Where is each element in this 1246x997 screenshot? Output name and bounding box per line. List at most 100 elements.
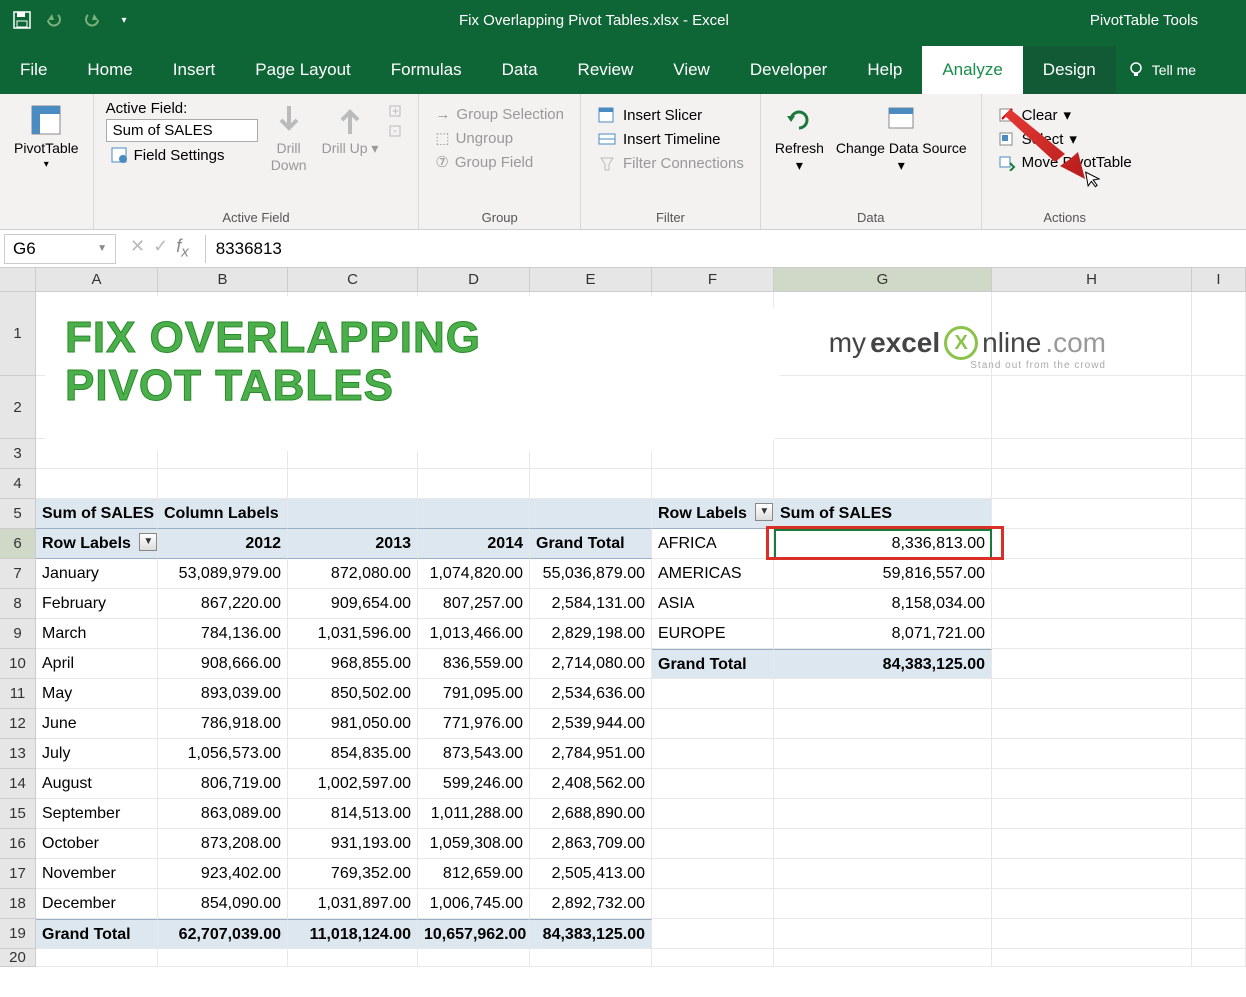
cell[interactable] — [158, 469, 288, 499]
cell[interactable] — [1192, 292, 1246, 376]
cell[interactable] — [992, 376, 1192, 439]
pivot2-row[interactable]: AMERICAS — [652, 559, 774, 589]
fx-button[interactable]: fx — [176, 236, 189, 261]
tab-help[interactable]: Help — [847, 46, 922, 94]
tab-analyze[interactable]: Analyze — [922, 46, 1022, 94]
insert-timeline-button[interactable]: Insert Timeline — [593, 128, 725, 150]
pivottable-button[interactable]: PivotTable ▾ — [8, 98, 85, 175]
select-button[interactable]: Select ▾ — [994, 128, 1081, 150]
row-header-10[interactable]: 10 — [0, 649, 36, 679]
cell[interactable] — [1192, 376, 1246, 439]
column-header-F[interactable]: F — [652, 268, 774, 291]
tab-design[interactable]: Design — [1023, 46, 1116, 94]
row-header-19[interactable]: 19 — [0, 919, 36, 949]
cell[interactable] — [992, 469, 1192, 499]
insert-slicer-button[interactable]: Insert Slicer — [593, 104, 706, 126]
column-header-H[interactable]: H — [992, 268, 1192, 291]
pivot2-sum-label[interactable]: Sum of SALES — [774, 499, 992, 529]
tab-file[interactable]: File — [0, 46, 67, 94]
tab-page-layout[interactable]: Page Layout — [235, 46, 370, 94]
pivot1-row-label[interactable]: July — [36, 739, 158, 769]
pivot1-row-label[interactable]: March — [36, 619, 158, 649]
pivot1-row-label[interactable]: December — [36, 889, 158, 919]
row-header-4[interactable]: 4 — [0, 469, 36, 499]
cell[interactable] — [652, 469, 774, 499]
tab-insert[interactable]: Insert — [153, 46, 236, 94]
cell[interactable] — [992, 439, 1192, 469]
tab-home[interactable]: Home — [67, 46, 152, 94]
pivot1-row-label[interactable]: October — [36, 829, 158, 859]
tell-me-search[interactable]: Tell me — [1116, 46, 1206, 94]
pivot1-title[interactable]: Sum of SALES — [36, 499, 158, 529]
cell[interactable] — [530, 469, 652, 499]
pivot1-row-label[interactable]: January — [36, 559, 158, 589]
select-all-corner[interactable] — [0, 268, 36, 291]
column-header-B[interactable]: B — [158, 268, 288, 291]
cell[interactable] — [288, 469, 418, 499]
filter-dropdown-icon[interactable]: ▼ — [755, 503, 773, 521]
active-field-input[interactable] — [106, 119, 258, 142]
cell[interactable] — [418, 469, 530, 499]
row-header-9[interactable]: 9 — [0, 619, 36, 649]
pivot1-row-label[interactable]: April — [36, 649, 158, 679]
save-icon[interactable] — [8, 6, 36, 34]
row-header-8[interactable]: 8 — [0, 589, 36, 619]
clear-button[interactable]: Clear ▾ — [994, 104, 1075, 126]
qat-customize[interactable]: ▾ — [110, 6, 138, 34]
row-header-3[interactable]: 3 — [0, 439, 36, 469]
pivot2-row[interactable]: AFRICA — [652, 529, 774, 559]
pivot1-row-label[interactable]: November — [36, 859, 158, 889]
pivot1-row-label[interactable]: August — [36, 769, 158, 799]
pivot1-row-labels[interactable]: Row Labels ▼ — [36, 529, 158, 559]
row-header-14[interactable]: 14 — [0, 769, 36, 799]
tab-formulas[interactable]: Formulas — [371, 46, 482, 94]
field-settings-button[interactable]: Field Settings — [106, 144, 258, 166]
enter-formula-button[interactable]: ✓ — [153, 236, 168, 261]
name-box[interactable]: G6▼ — [4, 234, 116, 264]
row-header-5[interactable]: 5 — [0, 499, 36, 529]
change-data-source-button[interactable]: Change Data Source▾ — [830, 98, 973, 178]
column-header-C[interactable]: C — [288, 268, 418, 291]
selected-cell[interactable]: 8,336,813.00 — [774, 529, 992, 559]
column-header-D[interactable]: D — [418, 268, 530, 291]
filter-dropdown-icon[interactable]: ▼ — [139, 533, 157, 551]
row-header-16[interactable]: 16 — [0, 829, 36, 859]
pivot2-row[interactable]: ASIA — [652, 589, 774, 619]
tab-review[interactable]: Review — [558, 46, 654, 94]
pivot1-row-label[interactable]: June — [36, 709, 158, 739]
pivot2-grand-total-label[interactable]: Grand Total — [652, 649, 774, 679]
pivot1-row-label[interactable]: September — [36, 799, 158, 829]
move-pivottable-button[interactable]: Move PivotTable — [994, 152, 1136, 173]
row-header-20[interactable]: 20 — [0, 949, 36, 967]
pivot1-grand-total-label[interactable]: Grand Total — [36, 919, 158, 949]
row-header-18[interactable]: 18 — [0, 889, 36, 919]
worksheet-grid[interactable]: ABCDEFGHI 12345Sum of SALESColumn Labels… — [0, 268, 1246, 967]
column-header-E[interactable]: E — [530, 268, 652, 291]
refresh-button[interactable]: Refresh▾ — [769, 98, 830, 178]
tab-developer[interactable]: Developer — [730, 46, 848, 94]
row-header-11[interactable]: 11 — [0, 679, 36, 709]
row-header-17[interactable]: 17 — [0, 859, 36, 889]
tab-view[interactable]: View — [653, 46, 730, 94]
row-header-7[interactable]: 7 — [0, 559, 36, 589]
undo-button[interactable] — [42, 6, 70, 34]
row-header-1[interactable]: 1 — [0, 292, 36, 376]
cancel-formula-button[interactable]: ✕ — [130, 236, 145, 261]
pivot1-row-label[interactable]: May — [36, 679, 158, 709]
redo-button[interactable] — [76, 6, 104, 34]
cell[interactable] — [1192, 469, 1246, 499]
row-header-6[interactable]: 6 — [0, 529, 36, 559]
row-header-15[interactable]: 15 — [0, 799, 36, 829]
cell[interactable] — [1192, 439, 1246, 469]
pivot1-column-labels[interactable]: Column Labels ▼ — [158, 499, 288, 529]
row-header-12[interactable]: 12 — [0, 709, 36, 739]
pivot1-row-label[interactable]: February — [36, 589, 158, 619]
formula-input[interactable]: 8336813 — [212, 235, 1246, 263]
column-header-I[interactable]: I — [1192, 268, 1246, 291]
column-header-G[interactable]: G — [774, 268, 992, 291]
cell[interactable] — [774, 469, 992, 499]
row-header-13[interactable]: 13 — [0, 739, 36, 769]
pivot2-row-labels[interactable]: Row Labels ▼ — [652, 499, 774, 529]
row-header-2[interactable]: 2 — [0, 376, 36, 439]
cell[interactable] — [774, 376, 992, 439]
